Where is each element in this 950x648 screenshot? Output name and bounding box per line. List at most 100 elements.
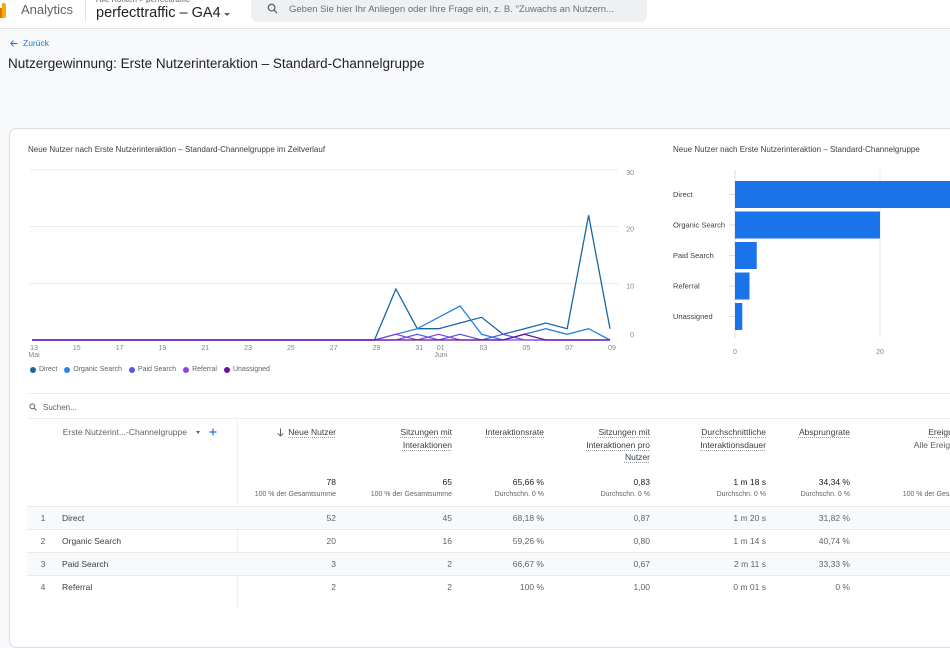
legend-item-paid-search[interactable]: Paid Search: [128, 366, 177, 373]
row-value-absprungrate: 31,82 %: [818, 513, 850, 523]
column-header-label-wrap: Ereignisanzahl: [858, 426, 950, 439]
row-value-sitzungen-mit-interaktionen-pro-nutzer: 0,80: [633, 536, 650, 546]
row-value-neue-nutzer: 2: [331, 582, 336, 592]
category-label: Paid Search: [673, 251, 714, 260]
x-tick-label: 05: [522, 345, 530, 352]
column-header-absprungrate[interactable]: Absprungrate: [774, 426, 858, 439]
sort-descending-icon[interactable]: [277, 428, 284, 437]
column-total-note: Durchschn. 0 %: [494, 491, 544, 498]
x-tick-month-label: Juni: [434, 352, 447, 359]
global-search-input[interactable]: [289, 2, 645, 16]
analytics-logo-icon[interactable]: [0, 3, 7, 18]
column-header-label-wrap: Durchschnittliche Interaktionsdauer: [658, 426, 766, 451]
legend-item-organic-search[interactable]: Organic Search: [64, 366, 122, 373]
column-header-text: Durchschnittliche Interaktionsdauer: [700, 427, 766, 450]
legend-item-referral[interactable]: Referral: [183, 366, 217, 373]
event-filter-selector[interactable]: Alle Ereignisse: [858, 439, 950, 452]
row-value-interaktionsrate: 100 %: [519, 582, 544, 592]
legend-dot-icon: [64, 366, 71, 373]
x-tick-month-label: Mai: [28, 352, 40, 359]
bar-organic-search[interactable]: [735, 211, 880, 239]
bar-paid-search[interactable]: [735, 242, 757, 269]
column-header-durchschnittliche-interaktionsdauer[interactable]: Durchschnittliche Interaktionsdauer: [658, 426, 774, 451]
x-tick-label: 07: [565, 345, 573, 352]
row-value-durchschnittliche-interaktionsdauer: 0 m 01 s: [733, 582, 766, 592]
search-icon: [267, 3, 278, 14]
column-header-ereignisanzahl[interactable]: Ereignisanzahl Alle Ereignisse: [858, 426, 950, 451]
x-tick-label: 13: [30, 345, 38, 352]
back-link[interactable]: Zurück: [10, 38, 49, 48]
series-line-direct[interactable]: [32, 215, 611, 341]
column-header-label-wrap: Interaktionsrate: [460, 426, 544, 439]
row-value-sitzungen-mit-interaktionen-pro-nutzer: 0,87: [633, 513, 650, 523]
row-value-sitzungen-mit-interaktionen-pro-nutzer: 1,00: [633, 582, 650, 592]
column-header-sitzungen-mit-interaktionen[interactable]: Sitzungen mit Interaktionen: [344, 426, 460, 451]
row-value-durchschnittliche-interaktionsdauer: 1 m 20 s: [733, 513, 766, 523]
x-tick-label: 25: [287, 345, 295, 352]
row-value-neue-nutzer: 3: [331, 559, 336, 569]
bar-direct[interactable]: [735, 181, 950, 208]
property-name: perfecttraffic – GA4: [96, 5, 221, 21]
legend-label: Organic Search: [73, 366, 122, 373]
header-divider: [85, 0, 86, 22]
row-value-sitzungen-mit-interaktionen: 2: [447, 559, 452, 569]
property-selector[interactable]: perfecttraffic – GA4: [96, 5, 230, 21]
table-row: 1 Direct 52 45 68,18 % 0,87 1 m 20 s 31,82 %: [27, 506, 950, 529]
column-header-label-wrap: Neue Nutzer: [237, 426, 336, 439]
table-search-input[interactable]: [43, 401, 243, 413]
column-total-note: Durchschn. 0 %: [600, 491, 650, 498]
column-header-interaktionsrate[interactable]: Interaktionsrate: [460, 426, 552, 439]
column-total-value: 65,66 %: [512, 477, 544, 487]
search-icon: [29, 403, 37, 411]
legend-label: Paid Search: [137, 366, 177, 373]
bar-unassigned[interactable]: [735, 303, 743, 330]
app-name[interactable]: Analytics: [21, 2, 73, 17]
bar-chart: 0 20 Direct Organic Search Paid Search Referr…: [673, 170, 950, 356]
bar-referral[interactable]: [735, 272, 750, 300]
data-table: Erste Nutzerint...-Channelgruppe Neue Nu…: [27, 393, 950, 608]
row-value-neue-nutzer: 52: [326, 513, 336, 523]
column-total-note: Durchschn. 0 %: [800, 491, 850, 498]
column-header-label-wrap: Sitzungen mit Interaktionen: [344, 426, 453, 451]
row-rank: 3: [40, 559, 46, 569]
category-label: Referral: [673, 282, 700, 291]
row-value-absprungrate: 40,74 %: [818, 536, 850, 546]
row-channel-name: Direct: [62, 513, 85, 523]
category-label: Organic Search: [673, 221, 725, 230]
back-label: Zurück: [23, 38, 49, 48]
row-value-interaktionsrate: 68,18 %: [512, 513, 544, 523]
y-tick-label: 10: [626, 283, 634, 290]
column-header-label-wrap: Absprungrate: [774, 426, 850, 439]
row-channel-name: Organic Search: [62, 536, 122, 546]
line-chart: 0 10 20 30 13Mai 15 17 19 21 23 25 27 29 31 01Juni 03 05…: [28, 169, 634, 359]
account-breadcrumb[interactable]: Alle Konten > perfecttraffic: [96, 0, 190, 4]
y-tick-label: 30: [626, 170, 634, 177]
legend-dot-icon: [223, 366, 230, 373]
column-total-value: 1 m 18 s: [733, 477, 766, 487]
column-header-text: Ereignisanzahl: [928, 427, 950, 437]
table-row: 4 Referral 2 2 100 % 1,00 0 m 01 s 0 %: [27, 575, 950, 598]
row-rank: 1: [40, 513, 46, 523]
legend-item-unassigned[interactable]: Unassigned: [223, 366, 270, 373]
bar-chart-title: Neue Nutzer nach Erste Nutzerinteraktion…: [673, 145, 920, 154]
category-label: Unassigned: [673, 312, 713, 321]
add-dimension-icon[interactable]: [209, 428, 217, 436]
row-value-absprungrate: 0 %: [835, 582, 850, 592]
legend-dot-icon: [30, 366, 36, 373]
legend-dot-icon: [183, 366, 190, 373]
column-header-text: Absprungrate: [798, 427, 850, 437]
legend-label: Referral: [192, 366, 217, 373]
x-tick-label: 0: [733, 349, 737, 356]
column-total-value: 65: [442, 477, 452, 487]
legend-dot-icon: [128, 366, 135, 373]
column-header-sitzungen-mit-interaktionen-pro-nutzer[interactable]: Sitzungen mit Interaktionen pro Nutzer: [552, 426, 658, 464]
dimension-selector[interactable]: Erste Nutzerint...-Channelgruppe: [63, 426, 187, 439]
legend-label: Unassigned: [232, 366, 270, 373]
chevron-down-icon[interactable]: [196, 430, 200, 434]
x-tick-label: 27: [330, 345, 338, 352]
column-header-neue-nutzer[interactable]: Neue Nutzer: [237, 426, 344, 439]
legend-item-direct[interactable]: Direct: [30, 366, 57, 373]
column-total-note: Durchschn. 0 %: [716, 491, 766, 498]
global-search[interactable]: [251, 0, 647, 22]
column-header-text: Interaktionsrate: [485, 427, 544, 437]
